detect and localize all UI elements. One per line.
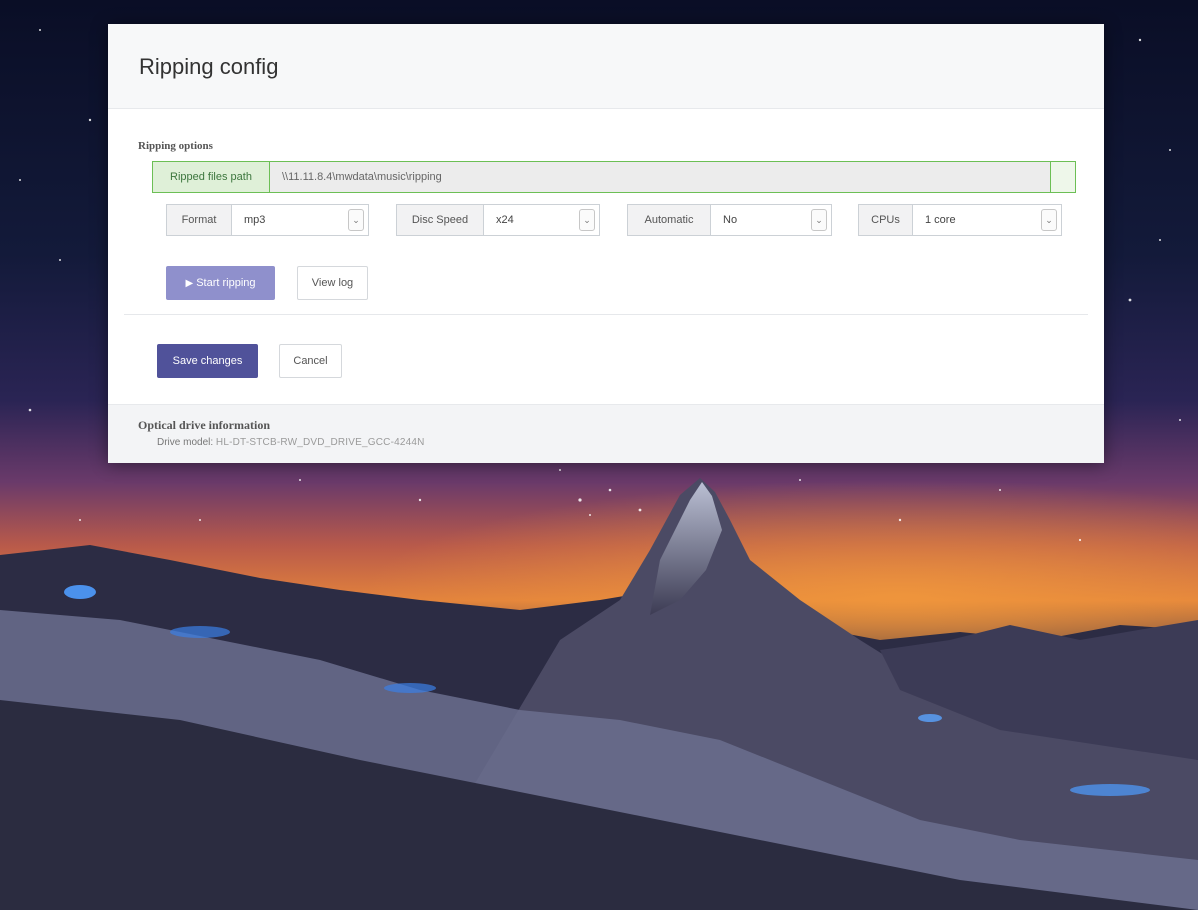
play-icon: ▶ [185, 277, 194, 289]
cpus-select-label: CPUs [859, 205, 913, 235]
drive-model-label: Drive model: [157, 437, 214, 448]
ripped-files-path-input[interactable] [270, 162, 1050, 192]
automatic-select-group[interactable]: Automatic No ⌄ [627, 204, 832, 236]
automatic-select-label: Automatic [628, 205, 711, 235]
save-changes-button[interactable]: Save changes [157, 344, 258, 378]
section-divider [124, 314, 1088, 315]
format-select-label: Format [167, 205, 232, 235]
chevron-down-icon[interactable]: ⌄ [348, 209, 364, 231]
optical-drive-info-title: Optical drive information [138, 418, 270, 432]
modal-header: Ripping config [108, 24, 1104, 109]
start-ripping-label: Start ripping [196, 277, 256, 289]
drive-model-value: HL-DT-STCB-RW_DVD_DRIVE_GCC-4244N [215, 437, 425, 448]
ripping-config-modal: Ripping config Ripping options Ripped fi… [108, 24, 1104, 463]
chevron-down-icon[interactable]: ⌄ [1041, 209, 1057, 231]
ripped-files-path-group: Ripped files path [152, 161, 1076, 193]
format-select-group[interactable]: Format mp3 ⌄ [166, 204, 369, 236]
cpus-select-group[interactable]: CPUs 1 core ⌄ [858, 204, 1062, 236]
automatic-select-value[interactable]: No [711, 205, 807, 235]
disc-speed-select-label: Disc Speed [397, 205, 484, 235]
view-log-button[interactable]: View log [297, 266, 368, 300]
ripping-select-row: Format mp3 ⌄ Disc Speed x24 ⌄ Automatic … [108, 204, 1104, 236]
disc-speed-select-group[interactable]: Disc Speed x24 ⌄ [396, 204, 600, 236]
drive-model-line: Drive model: HL-DT-STCB-RW_DVD_DRIVE_GCC… [157, 437, 425, 448]
path-valid-indicator [1050, 162, 1075, 192]
cancel-button[interactable]: Cancel [279, 344, 342, 378]
start-ripping-button[interactable]: ▶ Start ripping [166, 266, 275, 300]
modal-title: Ripping config [139, 54, 279, 79]
ripping-options-label: Ripping options [138, 140, 213, 152]
disc-speed-select-value[interactable]: x24 [484, 205, 575, 235]
optical-drive-info-footer: Optical drive information Drive model: H… [108, 404, 1104, 463]
cpus-select-value[interactable]: 1 core [913, 205, 1037, 235]
ripped-files-path-label: Ripped files path [153, 162, 270, 192]
chevron-down-icon[interactable]: ⌄ [579, 209, 595, 231]
format-select-value[interactable]: mp3 [232, 205, 344, 235]
chevron-down-icon[interactable]: ⌄ [811, 209, 827, 231]
